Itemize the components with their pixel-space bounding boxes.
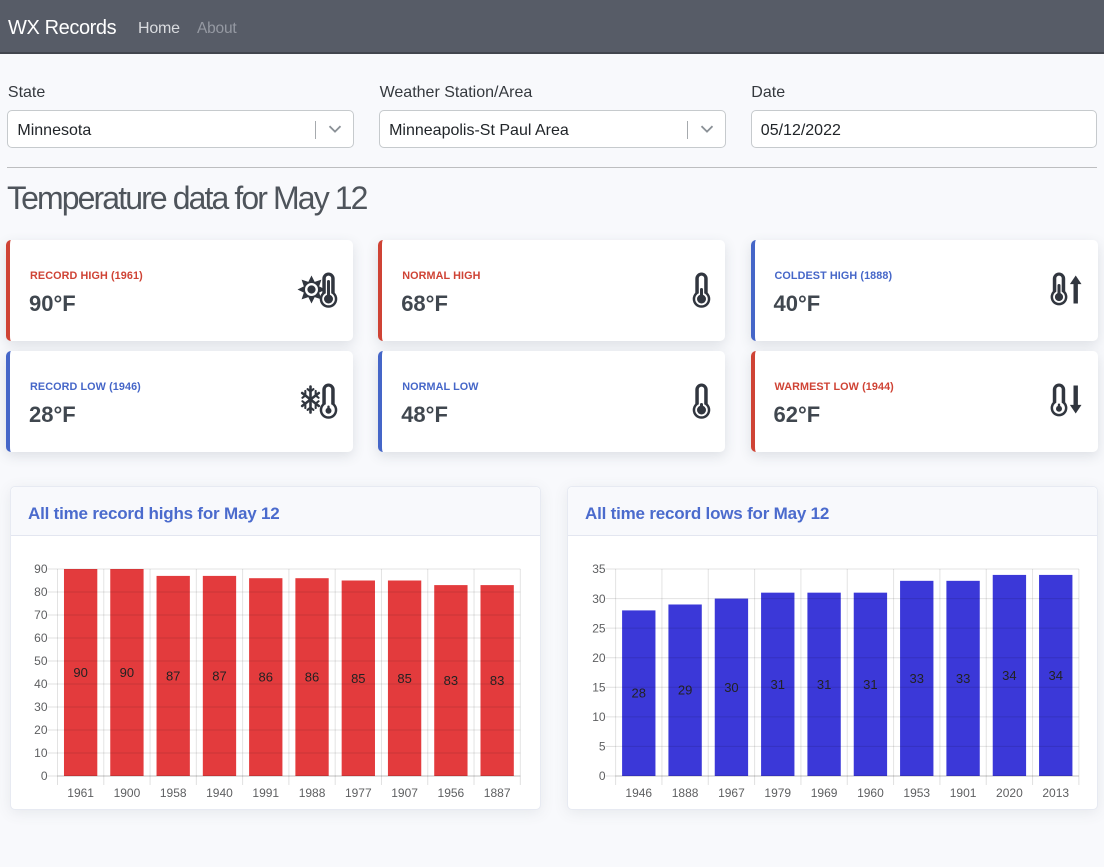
svg-text:1958: 1958 bbox=[160, 786, 187, 800]
svg-text:5: 5 bbox=[599, 740, 606, 754]
svg-text:1969: 1969 bbox=[811, 786, 838, 800]
svg-text:0: 0 bbox=[599, 769, 606, 783]
svg-text:34: 34 bbox=[1002, 668, 1016, 683]
svg-text:30: 30 bbox=[724, 680, 738, 695]
svg-text:1988: 1988 bbox=[299, 786, 326, 800]
svg-text:40: 40 bbox=[34, 677, 48, 691]
svg-text:1900: 1900 bbox=[114, 786, 141, 800]
svg-text:70: 70 bbox=[34, 608, 48, 622]
svg-text:34: 34 bbox=[1049, 668, 1063, 683]
svg-text:1967: 1967 bbox=[718, 786, 745, 800]
svg-text:83: 83 bbox=[444, 673, 458, 688]
svg-text:30: 30 bbox=[592, 592, 606, 606]
svg-text:1977: 1977 bbox=[345, 786, 372, 800]
svg-text:1907: 1907 bbox=[391, 786, 418, 800]
svg-text:1953: 1953 bbox=[903, 786, 930, 800]
svg-text:1946: 1946 bbox=[625, 786, 652, 800]
svg-text:1961: 1961 bbox=[67, 786, 94, 800]
svg-text:20: 20 bbox=[34, 723, 48, 737]
svg-text:90: 90 bbox=[34, 562, 48, 576]
svg-text:1960: 1960 bbox=[857, 786, 884, 800]
svg-text:1991: 1991 bbox=[252, 786, 279, 800]
svg-text:1901: 1901 bbox=[950, 786, 977, 800]
svg-text:1979: 1979 bbox=[764, 786, 791, 800]
svg-text:0: 0 bbox=[41, 769, 48, 783]
svg-text:85: 85 bbox=[397, 671, 411, 686]
svg-text:1888: 1888 bbox=[672, 786, 699, 800]
svg-text:10: 10 bbox=[592, 710, 606, 724]
svg-text:1887: 1887 bbox=[484, 786, 511, 800]
svg-text:35: 35 bbox=[592, 562, 606, 576]
svg-text:31: 31 bbox=[817, 677, 831, 692]
svg-text:87: 87 bbox=[166, 668, 180, 683]
svg-text:33: 33 bbox=[956, 671, 970, 686]
svg-text:10: 10 bbox=[34, 746, 48, 760]
svg-text:90: 90 bbox=[73, 665, 87, 680]
svg-text:31: 31 bbox=[771, 677, 785, 692]
svg-text:85: 85 bbox=[351, 671, 365, 686]
svg-text:30: 30 bbox=[34, 700, 48, 714]
svg-text:87: 87 bbox=[212, 668, 226, 683]
svg-text:2013: 2013 bbox=[1042, 786, 1069, 800]
svg-text:86: 86 bbox=[259, 670, 273, 685]
svg-text:80: 80 bbox=[34, 585, 48, 599]
svg-text:2020: 2020 bbox=[996, 786, 1023, 800]
svg-text:15: 15 bbox=[592, 680, 606, 694]
svg-text:86: 86 bbox=[305, 670, 319, 685]
svg-text:20: 20 bbox=[592, 651, 606, 665]
svg-text:50: 50 bbox=[34, 654, 48, 668]
svg-text:31: 31 bbox=[863, 677, 877, 692]
svg-text:28: 28 bbox=[632, 686, 646, 701]
svg-text:90: 90 bbox=[120, 665, 134, 680]
svg-text:29: 29 bbox=[678, 683, 692, 698]
svg-text:25: 25 bbox=[592, 621, 606, 635]
svg-text:1940: 1940 bbox=[206, 786, 233, 800]
svg-text:1956: 1956 bbox=[438, 786, 465, 800]
svg-text:33: 33 bbox=[910, 671, 924, 686]
svg-text:83: 83 bbox=[490, 673, 504, 688]
svg-text:60: 60 bbox=[34, 631, 48, 645]
